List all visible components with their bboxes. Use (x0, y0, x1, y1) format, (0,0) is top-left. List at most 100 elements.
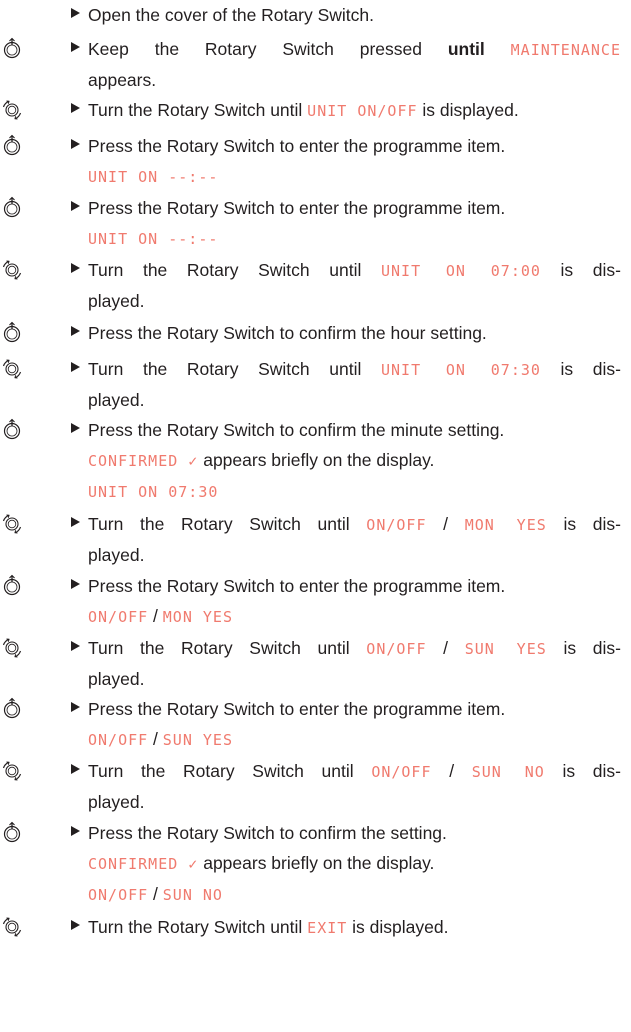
step-text: Press the Rotary Switch to enter the pro… (88, 193, 621, 254)
separator-text: / (431, 761, 472, 781)
instruction-text: Turn the Rotary Switch until (88, 514, 367, 534)
step-line: played. (88, 540, 621, 570)
bullet-arrow-icon (71, 423, 80, 433)
step-line: Press the Rotary Switch to confirm the h… (88, 318, 621, 348)
separator-text: / (426, 638, 465, 658)
step-text: Press the Rotary Switch to enter the pro… (88, 131, 621, 192)
instruction-text: Press the Rotary Switch to enter the pro… (88, 136, 506, 156)
step-line: UNIT ON --:-- (88, 223, 621, 254)
display-readout: SUN YES (464, 640, 547, 658)
step-line: Open the cover of the Rotary Switch. (88, 0, 621, 30)
instruction-text: Turn the Rotary Switch until (88, 260, 381, 280)
step-line: played. (88, 664, 621, 694)
step-line: Turn the Rotary Switch until ON/OFF / MO… (88, 509, 621, 540)
bullet-arrow-icon (71, 517, 80, 527)
instruction-text: Turn the Rotary Switch until (88, 917, 308, 937)
step-line: Turn the Rotary Switch until UNIT ON 07:… (88, 255, 621, 286)
step-text: Press the Rotary Switch to enter the pro… (88, 571, 621, 632)
instruction-text: appears briefly on the display. (198, 450, 435, 470)
step-line: Press the Rotary Switch to enter the pro… (88, 694, 621, 724)
instruction-text: appears. (88, 70, 157, 90)
display-readout: UNIT ON 07:30 (380, 361, 541, 379)
step-line: played. (88, 286, 621, 316)
instruction-text: Turn the Rotary Switch until (88, 100, 308, 120)
step-line: ON/OFF / SUN YES (88, 724, 621, 755)
display-readout: MON YES (464, 516, 547, 534)
instruction-text: Press the Rotary Switch to enter the pro… (88, 699, 506, 719)
step-line: Turn the Rotary Switch until UNIT ON/OFF… (88, 95, 621, 126)
step-text: Keep the Rotary Switch pressed until MAI… (88, 34, 621, 95)
display-readout: ON/OFF (88, 886, 149, 904)
instruction-text: is dis- (540, 359, 622, 379)
instruction-text: Open the cover of the Rotary Switch. (88, 5, 374, 25)
step-line: CONFIRMED ✓ appears briefly on the displ… (88, 848, 621, 879)
instruction-text: played. (88, 545, 145, 565)
bullet-arrow-icon (71, 641, 80, 651)
turn-knob-icon (0, 915, 24, 939)
step-line: ON/OFF / SUN NO (88, 879, 621, 910)
instruction-text: Press the Rotary Switch to confirm the s… (88, 823, 447, 843)
instruction-text: Press the Rotary Switch to enter the pro… (88, 198, 506, 218)
step-text: Turn the Rotary Switch until UNIT ON 07:… (88, 255, 621, 316)
step-text: Turn the Rotary Switch until ON/OFF / SU… (88, 756, 621, 817)
press-knob-icon (0, 418, 24, 442)
step-line: Turn the Rotary Switch until ON/OFF / SU… (88, 756, 621, 787)
instruction-text: is displayed. (417, 100, 519, 120)
display-readout: MON YES (162, 608, 233, 626)
display-readout: CONFIRMED ✓ (88, 855, 199, 873)
step-text: Turn the Rotary Switch until EXIT is dis… (88, 912, 621, 943)
emphasis-text: until (447, 39, 485, 59)
instruction-text: is dis- (546, 514, 621, 534)
bullet-arrow-icon (71, 326, 80, 336)
step-line: UNIT ON --:-- (88, 161, 621, 192)
step-line: Turn the Rotary Switch until ON/OFF / SU… (88, 633, 621, 664)
bullet-arrow-icon (71, 201, 80, 211)
step-text: Open the cover of the Rotary Switch. (88, 0, 621, 30)
turn-knob-icon (0, 636, 24, 660)
display-readout: ON/OFF (366, 640, 427, 658)
display-readout: ON/OFF (88, 608, 149, 626)
bullet-arrow-icon (71, 263, 80, 273)
step-text: Turn the Rotary Switch until ON/OFF / MO… (88, 509, 621, 570)
bullet-arrow-icon (71, 362, 80, 372)
turn-knob-icon (0, 258, 24, 282)
step-line: played. (88, 787, 621, 817)
instruction-text: played. (88, 390, 145, 410)
instruction-text: is displayed. (347, 917, 449, 937)
step-line: UNIT ON 07:30 (88, 476, 621, 507)
press-knob-icon (0, 697, 24, 721)
instruction-text: played. (88, 669, 145, 689)
bullet-arrow-icon (71, 579, 80, 589)
step-line: ON/OFF / MON YES (88, 601, 621, 632)
turn-knob-icon (0, 512, 24, 536)
instruction-text: played. (88, 792, 145, 812)
bullet-arrow-icon (71, 42, 80, 52)
display-readout: ON/OFF (371, 763, 432, 781)
instruction-text: appears briefly on the display. (198, 853, 435, 873)
step-line: Press the Rotary Switch to enter the pro… (88, 131, 621, 161)
instruction-text: Turn the Rotary Switch until (88, 359, 381, 379)
bullet-arrow-icon (71, 8, 80, 18)
separator-text: / (426, 514, 465, 534)
bullet-arrow-icon (71, 920, 80, 930)
display-readout: UNIT ON 07:30 (88, 483, 219, 501)
turn-knob-icon (0, 357, 24, 381)
step-line: Keep the Rotary Switch pressed until MAI… (88, 34, 621, 65)
step-text: Turn the Rotary Switch until UNIT ON/OFF… (88, 95, 621, 126)
display-readout: SUN YES (162, 731, 233, 749)
bullet-arrow-icon (71, 139, 80, 149)
turn-knob-icon (0, 759, 24, 783)
instruction-text: Keep the Rotary Switch pressed (88, 39, 448, 59)
instruction-text: is dis- (544, 761, 621, 781)
step-text: Press the Rotary Switch to confirm the m… (88, 415, 621, 507)
step-line: appears. (88, 65, 621, 95)
step-line: Press the Rotary Switch to confirm the m… (88, 415, 621, 445)
display-readout: UNIT ON --:-- (88, 230, 219, 248)
bullet-arrow-icon (71, 103, 80, 113)
press-knob-icon (0, 574, 24, 598)
instruction-text: Press the Rotary Switch to confirm the m… (88, 420, 505, 440)
step-line: Press the Rotary Switch to enter the pro… (88, 193, 621, 223)
bullet-arrow-icon (71, 826, 80, 836)
separator-text: / (148, 884, 163, 904)
display-readout: ON/OFF (366, 516, 427, 534)
